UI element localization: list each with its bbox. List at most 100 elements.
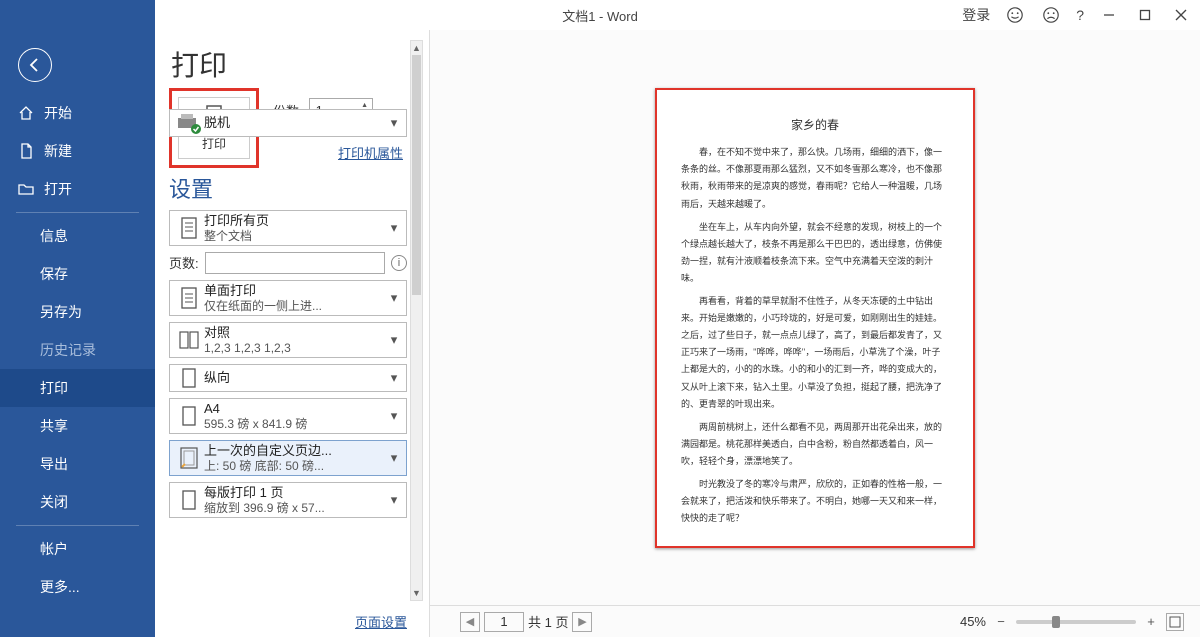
chevron-down-icon: ▾: [386, 450, 402, 466]
doc-paragraph: 再看看，背着的草早就耐不住性子，从冬天冻硬的土中钻出来。开始是嫩嫩的，小巧玲珑的…: [681, 293, 949, 413]
sidebar-item-label: 另存为: [40, 302, 82, 322]
margins-icon: [174, 446, 204, 470]
sidebar-separator: [16, 525, 139, 526]
page-total: 共 1 页: [528, 612, 568, 631]
sidebar-item-label: 共享: [40, 416, 68, 436]
sidebar-item-saveas[interactable]: 另存为: [0, 293, 155, 331]
scroll-down-icon[interactable]: ▼: [411, 586, 422, 600]
sidebar-item-save[interactable]: 保存: [0, 255, 155, 293]
sidebar-item-new[interactable]: 新建: [0, 132, 155, 170]
option-sub: 595.3 磅 x 841.9 磅: [204, 417, 386, 431]
option-title: 单面打印: [204, 283, 386, 299]
frown-icon[interactable]: [1040, 4, 1062, 26]
page-number-input[interactable]: 1: [484, 612, 524, 632]
sidebar-item-label: 信息: [40, 226, 68, 246]
sidebar-item-label: 打开: [44, 179, 72, 199]
minimize-button[interactable]: [1098, 4, 1120, 26]
sidebar-item-print[interactable]: 打印: [0, 369, 155, 407]
chevron-down-icon: ▾: [386, 290, 402, 306]
doc-paragraph: 两周前桃树上，还什么都看不见，两周那开出花朵出来，放的满园都是。桃花那样美透白，…: [681, 419, 949, 470]
sheet-icon: [174, 489, 204, 511]
paper-size-select[interactable]: A4 595.3 磅 x 841.9 磅 ▾: [169, 398, 407, 434]
zoom-level: 45%: [960, 614, 986, 629]
settings-heading: 设置: [169, 172, 407, 204]
preview-statusbar: ◀ 1 共 1 页 ▶ 45% − +: [430, 605, 1200, 637]
print-preview: 家乡的春 春，在不知不觉中来了，那么快。几场雨，细细的洒下，像一条条的丝。不像那…: [430, 30, 1200, 637]
option-title: 纵向: [204, 370, 386, 386]
pages-label: 页数:: [169, 253, 199, 272]
sidebar-separator: [16, 212, 139, 213]
chevron-down-icon: ▾: [386, 370, 402, 386]
sidebar-item-account[interactable]: 帐户: [0, 530, 155, 568]
print-panel: 打印 打印 份数: 1 ▲ ▼: [155, 30, 430, 637]
collate-select[interactable]: 对照 1,2,3 1,2,3 1,2,3 ▾: [169, 322, 407, 358]
orientation-select[interactable]: 纵向 ▾: [169, 364, 407, 392]
maximize-button[interactable]: [1134, 4, 1156, 26]
option-title: 上一次的自定义页边...: [204, 443, 386, 459]
pages-icon: [174, 216, 204, 240]
sidebar-item-more[interactable]: 更多...: [0, 568, 155, 606]
printer-select[interactable]: 脱机 ▾: [169, 109, 407, 137]
zoom-in-button[interactable]: +: [1144, 615, 1158, 629]
chevron-down-icon: ▾: [386, 492, 402, 508]
help-button[interactable]: ?: [1076, 7, 1084, 23]
collate-icon: [174, 329, 204, 351]
option-title: 打印所有页: [204, 213, 386, 229]
title-bar: 文档1 - Word 登录 ?: [0, 0, 1200, 30]
smile-icon[interactable]: [1004, 4, 1026, 26]
zoom-out-button[interactable]: −: [994, 615, 1008, 629]
scroll-up-icon[interactable]: ▲: [411, 41, 422, 55]
sidebar-item-history: 历史记录: [0, 331, 155, 369]
sidebar-item-label: 打印: [40, 378, 68, 398]
back-button[interactable]: [18, 48, 52, 82]
prev-page-button[interactable]: ◀: [460, 612, 480, 632]
zoom-thumb[interactable]: [1052, 616, 1060, 628]
preview-page: 家乡的春 春，在不知不觉中来了，那么快。几场雨，细细的洒下，像一条条的丝。不像那…: [655, 88, 975, 548]
settings-scrollbar[interactable]: ▲ ▼: [410, 40, 423, 601]
pages-per-sheet-select[interactable]: 每版打印 1 页 缩放到 396.9 磅 x 57... ▾: [169, 482, 407, 518]
scroll-thumb[interactable]: [412, 55, 421, 295]
login-link[interactable]: 登录: [962, 5, 990, 25]
option-sub: 整个文档: [204, 229, 386, 243]
sides-select[interactable]: 单面打印 仅在纸面的一侧上进... ▾: [169, 280, 407, 316]
print-range-select[interactable]: 打印所有页 整个文档 ▾: [169, 210, 407, 246]
portrait-icon: [174, 367, 204, 389]
sidebar-item-label: 更多...: [40, 577, 80, 597]
chevron-down-icon: ▾: [386, 220, 402, 236]
doc-paragraph: 坐在车上，从车内向外望，就会不经意的发现，树枝上的一个个绿点越长越大了，枝条不再…: [681, 219, 949, 287]
option-title: A4: [204, 401, 386, 417]
print-heading: 打印: [171, 44, 419, 84]
sidebar-item-home[interactable]: 开始: [0, 94, 155, 132]
sidebar-item-label: 新建: [44, 141, 72, 161]
sidebar-item-close[interactable]: 关闭: [0, 483, 155, 521]
option-sub: 缩放到 396.9 磅 x 57...: [204, 501, 386, 515]
pages-input[interactable]: [205, 252, 385, 274]
option-sub: 上: 50 磅 底部: 50 磅...: [204, 459, 386, 473]
next-page-button[interactable]: ▶: [572, 612, 592, 632]
printer-properties-link[interactable]: 打印机属性: [169, 143, 403, 162]
document-title: 文档1 - Word: [562, 6, 638, 25]
sidebar-item-label: 保存: [40, 264, 68, 284]
sidebar-item-info[interactable]: 信息: [0, 217, 155, 255]
sidebar-item-export[interactable]: 导出: [0, 445, 155, 483]
info-icon[interactable]: i: [391, 255, 407, 271]
doc-paragraph: 时光教没了冬的寒冷与肃严，欣欣的，正如春的性格一般，一会就来了，把活泼和快乐带来…: [681, 476, 949, 527]
margins-select[interactable]: 上一次的自定义页边... 上: 50 磅 底部: 50 磅... ▾: [169, 440, 407, 476]
doc-heading: 家乡的春: [681, 114, 949, 137]
backstage-sidebar: 开始 新建 打开 信息 保存 另存为 历史记录 打印 共享 导出 关闭 帐户 更…: [0, 0, 155, 637]
page-setup-link[interactable]: 页面设置: [355, 612, 407, 631]
sidebar-item-share[interactable]: 共享: [0, 407, 155, 445]
close-button[interactable]: [1170, 4, 1192, 26]
sidebar-item-label: 开始: [44, 103, 72, 123]
sidebar-item-label: 帐户: [40, 539, 68, 559]
home-icon: [18, 105, 34, 121]
sidebar-item-open[interactable]: 打开: [0, 170, 155, 208]
sidebar-item-label: 历史记录: [40, 340, 96, 360]
zoom-fit-button[interactable]: [1166, 613, 1184, 631]
zoom-slider[interactable]: [1016, 620, 1136, 624]
sidebar-item-label: 导出: [40, 454, 68, 474]
folder-icon: [18, 181, 34, 197]
file-icon: [18, 143, 34, 159]
page-icon: [174, 405, 204, 427]
chevron-down-icon: ▾: [386, 332, 402, 348]
